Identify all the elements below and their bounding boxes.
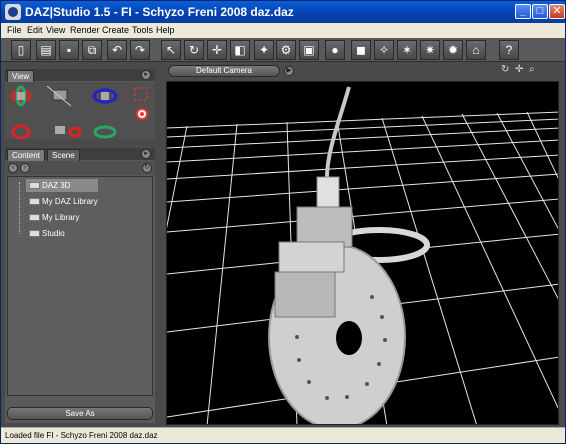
refresh-button[interactable]: ↻ [142,163,152,173]
main-toolbar: ▯ ▤ ▪ ⧉ ↶ ↷ ↖ ↻ ✛ ◧ ✦ ⚙ ▣ ● ◼ ✧ ✶ ✷ ✹ ⌂ … [1,38,565,62]
content-panel-menu-button[interactable]: ▸ [141,149,151,159]
camera-pan-icon[interactable] [46,85,72,107]
redo-button[interactable]: ↷ [130,40,150,60]
render-settings-button[interactable]: ⚙ [276,40,296,60]
tab-content[interactable]: Content [7,149,46,161]
target-icon[interactable] [136,108,148,120]
content-panel-header: Content Scene ▸ [5,148,155,161]
camera-menu-button[interactable]: ▶ [284,66,294,76]
daz-app-icon[interactable] [5,4,21,20]
frame-icon[interactable] [134,87,148,101]
tree-item-my-library[interactable]: My Library [26,211,82,224]
view-panel: View ▸ [5,69,155,140]
content-panel: Content Scene ▸ ‹ › ↻ DAZ 3D My DAZ Libr… [5,148,155,423]
ambient-light-button[interactable]: ✹ [443,40,463,60]
tab-scene[interactable]: Scene [47,149,80,161]
tree-item-studio[interactable]: Studio [26,227,68,240]
camera-zoom-icon[interactable] [55,126,82,138]
camera-select[interactable]: Default Camera [168,65,280,77]
tree-item-daz3d[interactable]: DAZ 3D [26,179,98,192]
tab-view[interactable]: View [7,70,35,82]
scale-tool-button[interactable]: ◧ [230,40,250,60]
menu-bar: File Edit View Render Create Tools Help [1,23,565,38]
tree-item-label: Studio [42,229,65,238]
render-window-button[interactable]: ▣ [299,40,319,60]
merge-button[interactable]: ⧉ [82,40,102,60]
render-button[interactable]: ✦ [254,40,274,60]
menu-view[interactable]: View [46,25,65,35]
viewport-header: Default Camera ▶ ↻ ✛ ⌕ [163,63,561,79]
forward-button[interactable]: › [20,163,30,173]
tree-item-my-daz-library[interactable]: My DAZ Library [26,195,101,208]
camera-orbit-icon[interactable] [10,85,32,107]
pan-icon[interactable]: ✛ [515,64,523,75]
save-button[interactable]: ▪ [59,40,79,60]
window-title: DAZ|Studio 1.5 - FI - Schyzo Freni 2008 … [25,5,294,19]
orbit-icon[interactable]: ↻ [501,64,509,75]
folder-icon [29,182,40,189]
distant-light-button[interactable]: ✷ [420,40,440,60]
spot-light-button[interactable]: ✧ [374,40,394,60]
camera-dolly-icon[interactable] [92,88,118,104]
save-as-button[interactable]: Save As [7,407,153,420]
minimize-button[interactable]: _ [515,4,531,19]
left-dock: View ▸ Content Scene ▸ ‹ › ↻ DAZ 3D My D… [5,63,155,423]
undo-button[interactable]: ↶ [107,40,127,60]
create-primitive-button[interactable]: ◼ [351,40,371,60]
folder-icon [29,214,40,221]
viewport-scene [167,86,558,425]
back-button[interactable]: ‹ [8,163,18,173]
translate-tool-button[interactable]: ✛ [207,40,227,60]
tree-item-label: My Library [42,213,80,222]
content-nav-bar: ‹ › ↻ [5,161,155,175]
point-light-button[interactable]: ✶ [397,40,417,60]
maximize-button[interactable]: □ [532,4,548,19]
tree-item-label: DAZ 3D [42,181,71,190]
help-button[interactable]: ? [499,40,519,60]
camera-button[interactable]: ⌂ [466,40,486,60]
menu-render[interactable]: Render [70,25,100,35]
zoom-icon[interactable]: ⌕ [529,64,535,75]
menu-help[interactable]: Help [156,25,175,35]
view-panel-menu-button[interactable]: ▸ [141,70,151,80]
rotate-tool-button[interactable]: ↻ [184,40,204,60]
status-text: Loaded file FI - Schyzo Freni 2008 daz.d… [5,431,158,440]
tree-item-label: My DAZ Library [42,197,98,206]
menu-create[interactable]: Create [102,25,129,35]
menu-file[interactable]: File [7,25,22,35]
view-tools [5,82,155,140]
view-navigation-icons [10,85,148,140]
tree-connector [19,182,20,234]
camera-bank-icon[interactable] [93,125,117,139]
title-bar[interactable]: DAZ|Studio 1.5 - FI - Schyzo Freni 2008 … [1,1,565,23]
status-bar: Loaded file FI - Schyzo Freni 2008 daz.d… [1,427,565,443]
folder-icon [29,230,40,237]
camera-roll-icon[interactable] [11,124,31,140]
sphere-button[interactable]: ● [325,40,345,60]
menu-tools[interactable]: Tools [132,25,153,35]
folder-icon [29,198,40,205]
select-tool-button[interactable]: ↖ [161,40,181,60]
close-button[interactable]: ✕ [549,4,565,19]
brake-model[interactable] [268,86,430,425]
view-panel-header: View ▸ [5,69,155,82]
open-button[interactable]: ▤ [36,40,56,60]
content-tree: DAZ 3D My DAZ Library My Library Studio [7,176,153,396]
menu-edit[interactable]: Edit [27,25,43,35]
application-window: DAZ|Studio 1.5 - FI - Schyzo Freni 2008 … [0,0,566,444]
new-scene-button[interactable]: ▯ [11,40,31,60]
3d-viewport[interactable] [166,81,559,425]
